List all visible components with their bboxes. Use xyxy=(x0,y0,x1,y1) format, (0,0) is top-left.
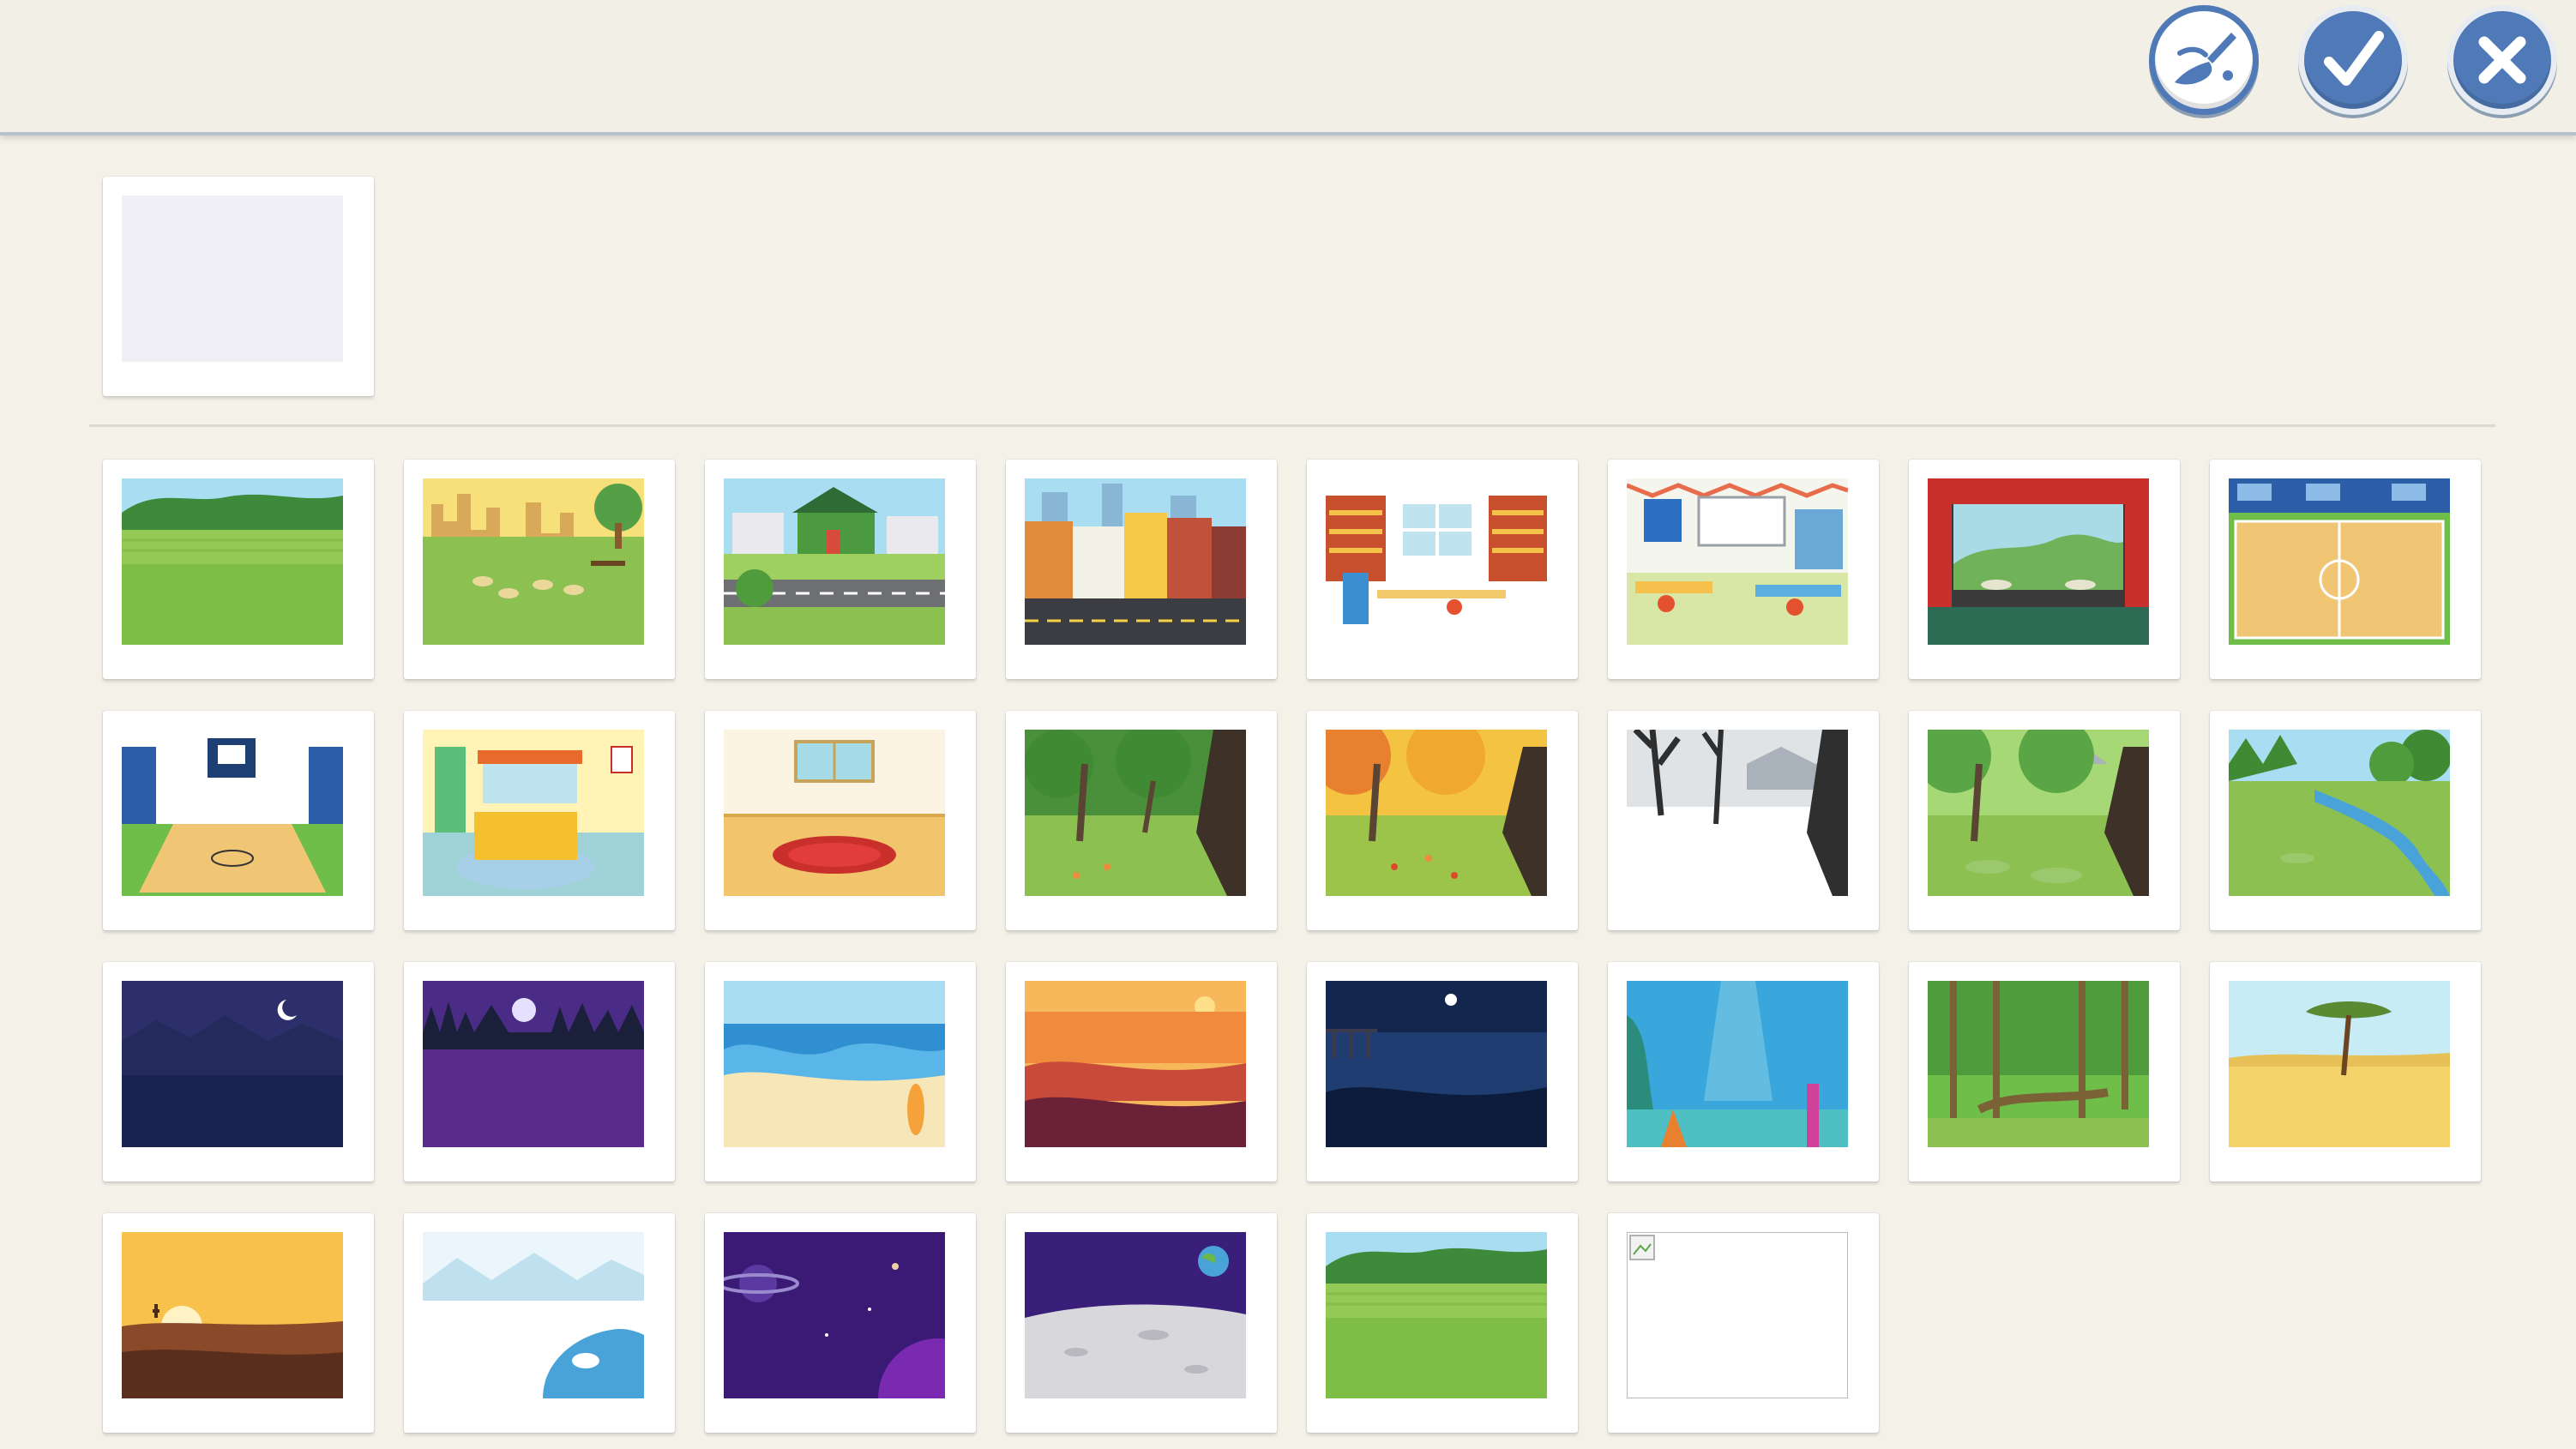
background-thumbnail-night-forest xyxy=(423,981,644,1147)
background-tile-broken-image[interactable] xyxy=(1608,1213,1879,1433)
background-thumbnail-gym xyxy=(122,730,343,896)
background-tile-space-planet[interactable] xyxy=(705,1213,976,1433)
background-tile-orchard-spring[interactable] xyxy=(1909,711,2180,930)
background-tile-jungle[interactable] xyxy=(1909,962,2180,1181)
background-tile-moon-surface[interactable] xyxy=(1006,1213,1277,1433)
background-thumbnail-forest-stream xyxy=(2229,730,2450,896)
background-thumbnail-arctic xyxy=(423,1232,644,1398)
empty-preview xyxy=(122,195,343,362)
background-thumbnail-broken-image xyxy=(1627,1232,1848,1398)
background-tile-night-mountains[interactable] xyxy=(103,962,374,1181)
background-tile-sunset-sea[interactable] xyxy=(1006,962,1277,1181)
background-thumbnail-savanna xyxy=(2229,981,2450,1147)
background-thumbnail-underwater xyxy=(1627,981,1848,1147)
selected-background-tile[interactable] xyxy=(103,177,374,396)
background-tile-orchard-autumn[interactable] xyxy=(1307,711,1578,930)
background-thumbnail-orchard-autumn xyxy=(1326,730,1547,896)
background-thumbnail-sunset-sea xyxy=(1025,981,1246,1147)
background-thumbnail-theater-stage xyxy=(1928,478,2149,645)
background-tile-underwater[interactable] xyxy=(1608,962,1879,1181)
background-tile-beach[interactable] xyxy=(705,962,976,1181)
background-tile-theater-stage[interactable] xyxy=(1909,460,2180,679)
background-thumbnail-desert xyxy=(122,1232,343,1398)
background-tile-classroom[interactable] xyxy=(1608,460,1879,679)
divider xyxy=(89,424,2495,427)
background-tile-arctic[interactable] xyxy=(404,1213,675,1433)
background-thumbnail-jungle xyxy=(1928,981,2149,1147)
background-tile-savanna[interactable] xyxy=(2210,962,2481,1181)
background-tile-forest-stream[interactable] xyxy=(2210,711,2481,930)
background-thumbnail-farm-field-2 xyxy=(1326,1232,1547,1398)
background-thumbnail-space-planet xyxy=(724,1232,945,1398)
background-tile-gym[interactable] xyxy=(103,711,374,930)
background-thumbnail-orchard-winter xyxy=(1627,730,1848,896)
background-thumbnail-night-pier xyxy=(1326,981,1547,1147)
background-thumbnail-city-street xyxy=(1025,478,1246,645)
background-tile-farm-field[interactable] xyxy=(103,460,374,679)
background-thumbnail-moon-surface xyxy=(1025,1232,1246,1398)
background-tile-empty-room[interactable] xyxy=(705,711,976,930)
background-tile-bedroom[interactable] xyxy=(404,711,675,930)
close-icon xyxy=(2478,36,2526,84)
confirm-button[interactable] xyxy=(2298,5,2408,115)
background-thumbnail-orchard-summer xyxy=(1025,730,1246,896)
background-tile-farm-field-2[interactable] xyxy=(1307,1213,1578,1433)
checkmark-icon xyxy=(2324,31,2384,86)
background-thumbnail-classroom xyxy=(1627,478,1848,645)
close-button[interactable] xyxy=(2447,5,2557,115)
background-thumbnail-basketball-court-top xyxy=(2229,478,2450,645)
background-thumbnail-city-park xyxy=(423,478,644,645)
background-tile-orchard-summer[interactable] xyxy=(1006,711,1277,930)
background-tile-city-park[interactable] xyxy=(404,460,675,679)
background-thumbnail-suburb-street xyxy=(724,478,945,645)
background-thumbnail-night-mountains xyxy=(122,981,343,1147)
background-tile-night-pier[interactable] xyxy=(1307,962,1578,1181)
background-tile-suburb-street[interactable] xyxy=(705,460,976,679)
background-tile-night-forest[interactable] xyxy=(404,962,675,1181)
background-tile-desert[interactable] xyxy=(103,1213,374,1433)
top-toolbar xyxy=(0,0,2576,135)
background-thumbnail-farm-field xyxy=(122,478,343,645)
background-thumbnail-beach xyxy=(724,981,945,1147)
background-thumbnail-bedroom xyxy=(423,730,644,896)
paintbrush-icon xyxy=(2175,33,2236,85)
background-thumbnail-empty-room xyxy=(724,730,945,896)
background-tile-library[interactable] xyxy=(1307,460,1578,679)
background-thumbnail-library xyxy=(1326,478,1547,645)
background-tile-basketball-court-top[interactable] xyxy=(2210,460,2481,679)
background-tile-city-street[interactable] xyxy=(1006,460,1277,679)
background-thumbnail-orchard-spring xyxy=(1928,730,2149,896)
paint-button[interactable] xyxy=(2149,5,2259,115)
background-tile-orchard-winter[interactable] xyxy=(1608,711,1879,930)
